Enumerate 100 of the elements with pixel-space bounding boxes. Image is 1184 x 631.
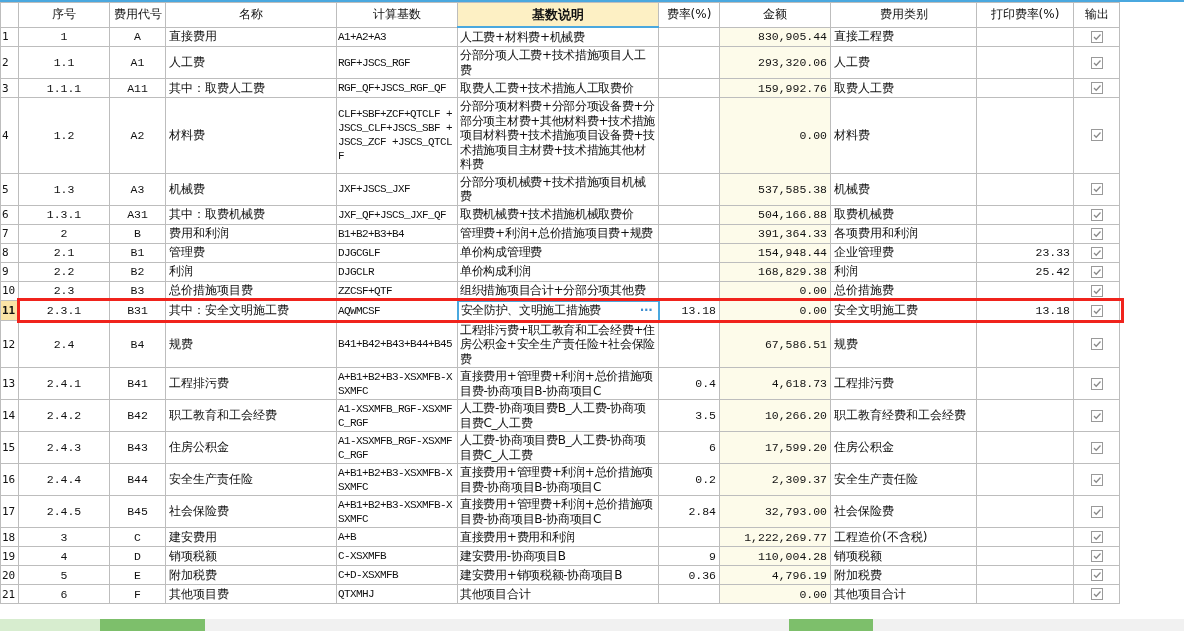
amount-cell: 67,586.51 [764, 337, 827, 351]
description-cell: 建安费用+销项税额-协商项目B [460, 567, 623, 582]
row-number[interactable]: 1 [1, 27, 18, 46]
seq-cell: 1 [60, 30, 68, 44]
amount-cell: 154,948.44 [758, 246, 827, 259]
row-number[interactable]: 17 [1, 496, 18, 527]
category-cell: 销项税额 [834, 548, 882, 563]
name-cell: 管理费 [169, 245, 205, 259]
seq-cell: 2.3.1 [46, 304, 82, 317]
row-number[interactable]: 7 [1, 224, 18, 243]
print-rate-cell: 23.33 [1035, 246, 1070, 259]
row-number[interactable]: 13 [1, 368, 18, 399]
seq-cell: 6 [60, 587, 68, 601]
seq-cell: 3 [60, 530, 68, 544]
row-number[interactable]: 20 [1, 566, 18, 584]
name-cell: 其他项目费 [169, 586, 229, 601]
formula-cell: ZZCSF+QTF [338, 284, 392, 297]
description-cell: 分部分项人工费+技术措施项目人工费 [460, 48, 646, 77]
formula-cell: C-XSXMFB [338, 550, 386, 562]
column-header[interactable]: 名称 [165, 2, 337, 27]
row-number[interactable]: 6 [1, 205, 18, 224]
name-cell: 材料费 [169, 127, 205, 142]
amount-cell: 504,166.88 [758, 208, 827, 221]
column-header[interactable]: 费率(%) [658, 2, 720, 27]
name-cell: 其中：安全文明施工费 [169, 303, 289, 317]
row-number[interactable]: 12 [1, 321, 18, 367]
row-number[interactable]: 9 [1, 262, 18, 281]
category-cell: 社会保险费 [834, 504, 894, 518]
category-cell: 住房公积金 [834, 440, 894, 454]
name-cell: 职工教育和工会经费 [169, 408, 277, 422]
seq-cell: 2.2 [53, 265, 75, 278]
row-number[interactable]: 4 [1, 98, 18, 173]
formula-cell: B1+B2+B3+B4 [338, 227, 404, 240]
formula-cell: QTXMHJ [338, 588, 374, 600]
name-cell: 销项税额 [169, 548, 217, 563]
name-cell: 附加税费 [169, 567, 217, 582]
formula-cell: A+B1+B2+B3-XSXMFB-XSXMFC [338, 498, 453, 525]
code-cell: B2 [130, 265, 145, 278]
column-header[interactable]: 计算基数 [336, 2, 458, 27]
row-number[interactable]: 18 [1, 528, 18, 546]
formula-cell: AQWMCSF [338, 304, 380, 317]
amount-cell: 0.00 [799, 284, 827, 298]
code-cell: B44 [127, 473, 148, 486]
row-number[interactable]: 19 [1, 547, 18, 565]
seq-cell: 2.4.4 [46, 473, 82, 486]
description-cell: 人工费-协商项目费B_人工费-协商项目费C_人工费 [460, 433, 646, 462]
name-cell: 工程排污费 [169, 376, 229, 390]
row-number[interactable]: 14 [1, 400, 18, 431]
row-number[interactable]: 8 [1, 243, 18, 262]
column-header[interactable]: 序号 [18, 2, 110, 27]
category-cell: 直接工程费 [834, 29, 894, 44]
code-cell: B4 [130, 337, 145, 351]
row-number[interactable]: 3 [1, 79, 18, 97]
column-header[interactable]: 金额 [719, 2, 831, 27]
category-cell: 机械费 [834, 181, 870, 196]
column-header[interactable]: 基数说明 [457, 2, 659, 27]
row-number[interactable]: 16 [1, 464, 18, 495]
formula-cell: JXF_QF+JSCS_JXF_QF [338, 208, 447, 221]
category-cell: 工程排污费 [834, 376, 894, 390]
amount-cell: 391,364.33 [758, 227, 827, 240]
formula-cell: A1-XSXMFB_RGF-XSXMFC_RGF [338, 434, 453, 461]
category-cell: 安全生产责任险 [834, 472, 918, 486]
formula-cell: A+B [338, 531, 356, 543]
row-number[interactable]: 2 [1, 47, 18, 78]
description-cell: 人工费+材料费+机械费 [460, 29, 585, 44]
formula-cell: A1-XSXMFB_RGF-XSXMFC_RGF [338, 402, 453, 429]
code-cell: A1 [130, 56, 145, 69]
description-cell: 直接费用+管理费+利润+总价措施项目费-协商项目B-协商项目C [460, 465, 654, 494]
description-cell: 直接费用+管理费+利润+总价措施项目费-协商项目B-协商项目C [460, 497, 654, 526]
amount-cell: 17,599.20 [764, 441, 827, 454]
column-header[interactable]: 费用类别 [830, 2, 977, 27]
description-cell: 工程排污费+职工教育和工会经费+住房公积金+安全生产责任险+社会保险费 [460, 322, 655, 366]
column-header[interactable]: 输出 [1073, 2, 1120, 27]
formula-cell: A+B1+B2+B3-XSXMFB-XSXMFC [338, 466, 453, 493]
seq-cell: 1.1 [53, 56, 75, 69]
name-cell: 其中：取费人工费 [169, 80, 265, 95]
description-cell: 直接费用+费用和利润 [460, 529, 576, 544]
formula-cell: A+B1+B2+B3-XSXMFB-XSXMFC [338, 370, 453, 397]
description-cell[interactable]: 安全防护、文明施工措施费 [460, 303, 601, 318]
description-cell: 分部分项机械费+技术措施项目机械费 [460, 174, 646, 203]
seq-cell: 2 [60, 227, 68, 240]
amount-cell: 0.00 [799, 587, 827, 601]
rate-cell: 0.36 [688, 568, 716, 582]
amount-cell: 168,829.38 [758, 265, 827, 278]
amount-cell: 2,309.37 [771, 473, 827, 486]
row-number[interactable]: 15 [1, 432, 18, 463]
description-cell: 直接费用+管理费+利润+总价措施项目费-协商项目B-协商项目C [460, 369, 654, 398]
code-cell: B45 [127, 505, 148, 518]
description-cell: 组织措施项目合计+分部分项其他费 [460, 283, 646, 298]
category-cell: 取费人工费 [834, 80, 894, 95]
seq-cell: 1.3.1 [46, 208, 82, 221]
column-header[interactable]: 费用代号 [109, 2, 166, 27]
description-cell: 取费机械费+技术措施机械取费价 [460, 207, 634, 222]
row-number[interactable]: 5 [1, 173, 18, 205]
column-header[interactable]: 打印费率(%) [976, 2, 1074, 27]
row-number[interactable]: 21 [1, 585, 18, 603]
row-number[interactable]: 10 [1, 281, 18, 300]
seq-cell: 1.2 [53, 128, 75, 142]
description-cell: 单价构成利润 [460, 264, 531, 279]
category-cell: 安全文明施工费 [834, 303, 918, 317]
